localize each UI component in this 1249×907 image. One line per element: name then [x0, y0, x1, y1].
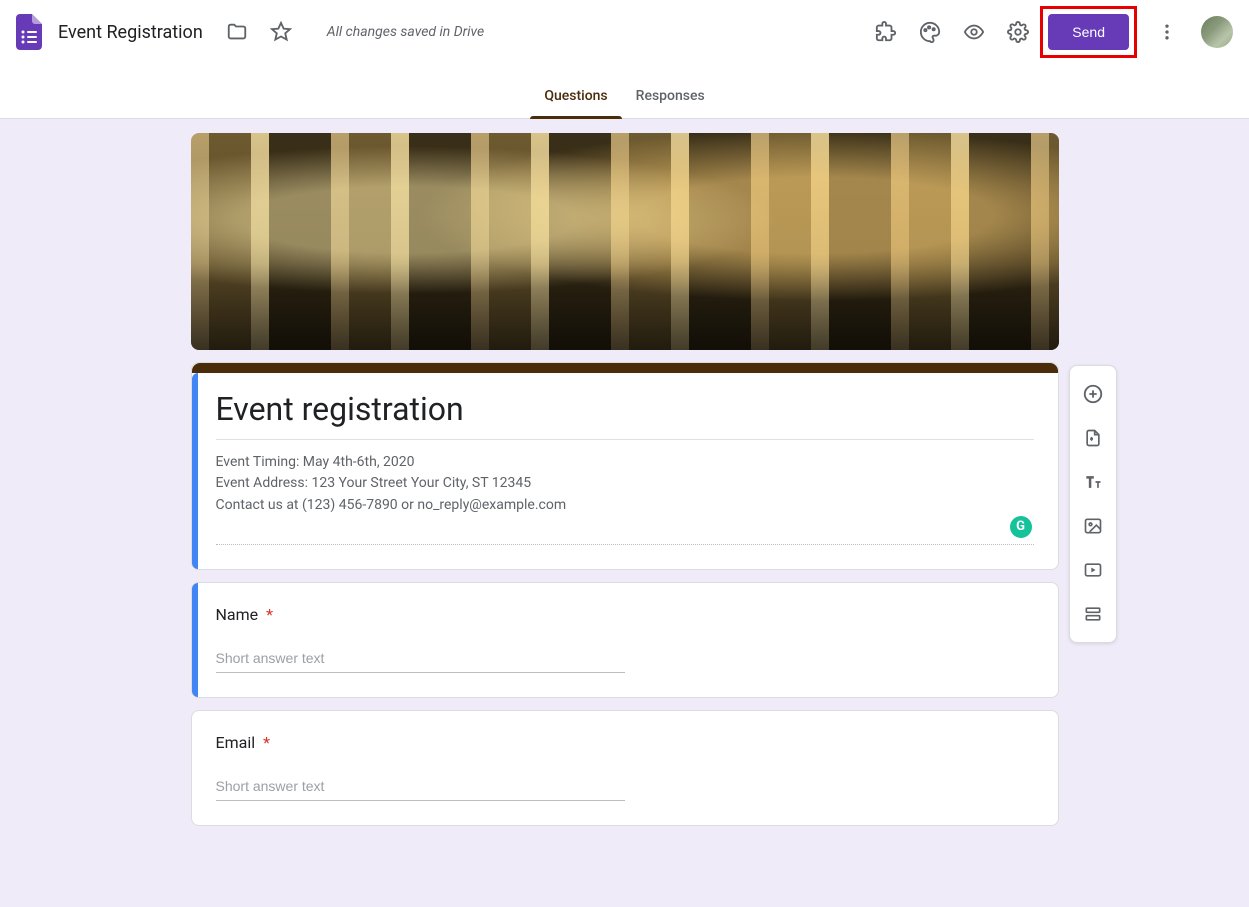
more-icon[interactable]: [1147, 12, 1187, 52]
question-label[interactable]: Email *: [216, 733, 1034, 752]
settings-icon[interactable]: [998, 12, 1038, 52]
question-label-text: Name: [216, 605, 259, 624]
required-star: *: [263, 733, 270, 752]
preview-icon[interactable]: [954, 12, 994, 52]
doc-title[interactable]: Event Registration: [58, 22, 203, 43]
question-label-text: Email: [216, 733, 256, 752]
short-answer-input[interactable]: [216, 646, 625, 673]
add-question-icon[interactable]: [1075, 376, 1111, 412]
star-icon[interactable]: [261, 12, 301, 52]
tab-responses[interactable]: Responses: [622, 88, 719, 118]
form-column: Event registration Event Timing: May 4th…: [191, 133, 1059, 826]
grammarly-badge-icon[interactable]: G: [1010, 516, 1032, 538]
form-description-input[interactable]: Event Timing: May 4th-6th, 2020 Event Ad…: [216, 440, 1034, 546]
form-title-input[interactable]: Event registration: [216, 389, 1034, 440]
form-canvas: Event registration Event Timing: May 4th…: [0, 119, 1249, 826]
short-answer-input[interactable]: [216, 774, 625, 801]
send-button[interactable]: Send: [1048, 14, 1129, 50]
tabs-bar: Questions Responses: [0, 64, 1249, 119]
tab-questions[interactable]: Questions: [530, 88, 621, 118]
floating-toolbar: [1069, 365, 1117, 643]
question-card-email[interactable]: Email *: [191, 710, 1059, 826]
form-title-card[interactable]: Event registration Event Timing: May 4th…: [191, 362, 1059, 570]
add-section-icon[interactable]: [1075, 596, 1111, 632]
add-video-icon[interactable]: [1075, 552, 1111, 588]
account-avatar[interactable]: [1201, 16, 1233, 48]
question-label[interactable]: Name *: [216, 605, 1034, 624]
required-star: *: [266, 605, 273, 624]
import-questions-icon[interactable]: [1075, 420, 1111, 456]
app-header: Event Registration All changes saved in …: [0, 0, 1249, 64]
send-button-highlight: Send: [1040, 6, 1137, 58]
add-title-icon[interactable]: [1075, 464, 1111, 500]
add-image-icon[interactable]: [1075, 508, 1111, 544]
save-status: All changes saved in Drive: [327, 24, 484, 40]
theme-icon[interactable]: [910, 12, 950, 52]
addons-icon[interactable]: [866, 12, 906, 52]
forms-logo-icon[interactable]: [16, 14, 42, 50]
question-card-name[interactable]: Name *: [191, 582, 1059, 698]
form-header-image[interactable]: [191, 133, 1059, 350]
move-to-folder-icon[interactable]: [217, 12, 257, 52]
